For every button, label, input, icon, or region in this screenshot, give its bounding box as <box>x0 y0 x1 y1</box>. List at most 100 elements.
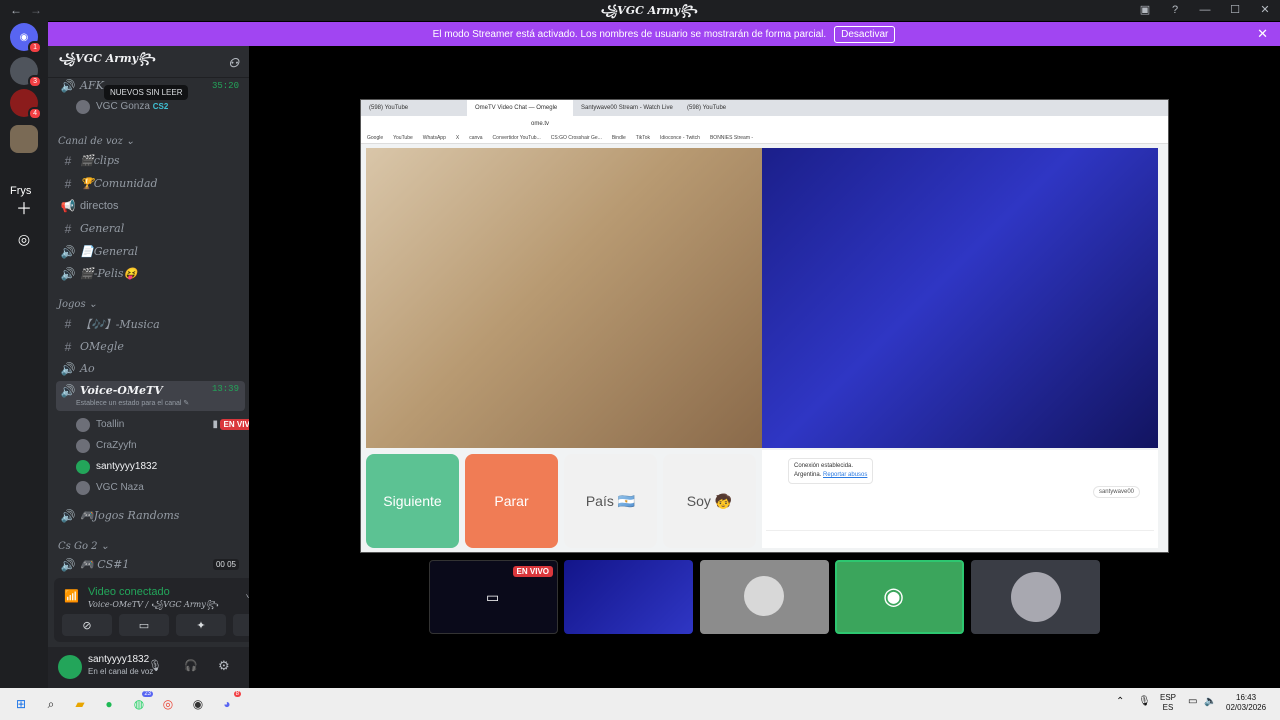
hash-icon: # <box>64 176 72 191</box>
next-button[interactable]: Siguiente <box>366 454 459 548</box>
channel-directos[interactable]: 📢 directos <box>56 195 245 216</box>
invite-people-icon[interactable]: ⚇ <box>228 56 239 70</box>
file-explorer-icon[interactable]: ▰ <box>71 695 89 713</box>
voice-channel-ometv-active[interactable]: 🔊 Voice-OMeTV 13:39 Establece un estado pa… <box>56 381 245 411</box>
bookmark[interactable]: WhatsApp <box>423 135 446 141</box>
camera-toggle-icon[interactable]: ⊘ <box>62 614 112 636</box>
voice-channel-ao[interactable]: 🔊 Ao <box>56 358 245 379</box>
search-icon[interactable]: ⌕ <box>42 695 60 713</box>
settings-gear-icon[interactable]: ⚙ <box>218 658 230 674</box>
back-arrow-icon[interactable]: ← <box>10 3 22 17</box>
bookmark[interactable]: BONNIES Stream - <box>710 135 753 141</box>
bookmark[interactable]: YouTube <box>393 135 413 141</box>
deactivate-streamer-button[interactable]: Desactivar <box>834 25 896 43</box>
participant-tile-avatar[interactable] <box>700 560 829 634</box>
add-server-icon[interactable]: ＋ <box>10 193 38 221</box>
voice-channel-general[interactable]: 🔊 📄General <box>56 241 245 262</box>
browser-tabs: (598) YouTube OmeTV Video Chat — Omegle … <box>361 100 1168 116</box>
participant-tile-video[interactable] <box>564 560 693 634</box>
bookmark[interactable]: Convertidor YouTub... <box>493 135 541 141</box>
help-icon[interactable]: ? <box>1160 0 1190 21</box>
signal-icon[interactable]: 📶 <box>64 589 79 603</box>
voice-channel-jogos-randoms[interactable]: 🔊 🎮Jogos Randoms <box>56 505 245 526</box>
browser-tab[interactable]: (598) YouTube <box>361 105 467 111</box>
microphone-icon[interactable]: 🎙 <box>148 659 162 672</box>
bookmark[interactable]: Idioconce - Twitch <box>660 135 700 141</box>
voice-channel-pelis[interactable]: 🔊 🎬-Pelis😝 <box>56 263 245 284</box>
microphone-icon[interactable]: 🎙 <box>1138 697 1151 707</box>
streamer-mode-banner: El modo Streamer está activado. Los nomb… <box>48 22 1280 46</box>
channel-status[interactable]: Establece un estado para el canal ✎ <box>76 399 189 407</box>
bookmark[interactable]: TikTok <box>636 135 650 141</box>
text-channel-general[interactable]: # General <box>56 218 245 239</box>
bookmark[interactable]: canva <box>469 135 482 141</box>
country-button[interactable]: País 🇦🇷 <box>564 454 657 548</box>
text-channel-clips[interactable]: # 🎬clips <box>56 150 245 171</box>
category-canal-de-voz[interactable]: Canal de voz ⌄ <box>58 136 134 147</box>
bookmark[interactable]: X <box>456 135 459 141</box>
participant-tile-speaking[interactable]: ◉ <box>835 560 964 634</box>
server-icon[interactable]: 4 <box>10 89 42 120</box>
inbox-icon[interactable]: ▣ <box>1130 0 1160 21</box>
server-icon[interactable]: 3 <box>10 57 42 88</box>
category-csgo[interactable]: Cs Go 2 ⌄ <box>58 541 109 552</box>
bookmark[interactable]: CS:GO Crosshair Ge... <box>551 135 602 141</box>
bookmark[interactable]: Bindle <box>612 135 626 141</box>
stream-browser-window[interactable]: (598) YouTube OmeTV Video Chat — Omegle … <box>360 99 1169 553</box>
voice-channel-cs1[interactable]: 🔊 🎮 CS#1 00 05 <box>56 554 245 575</box>
username[interactable]: santyyyy1832 <box>88 654 149 665</box>
clock[interactable]: 16:43 02/03/2026 <box>1226 693 1266 713</box>
gender-button[interactable]: Soy 🧒 <box>663 454 756 548</box>
avatar[interactable] <box>58 655 82 679</box>
windows-start-icon[interactable]: ⊞ <box>12 695 30 713</box>
network-icon[interactable]: ▭ <box>1188 697 1197 707</box>
participant-tile-avatar[interactable] <box>971 560 1100 634</box>
browser-address-bar[interactable]: ome.tv <box>361 116 1168 132</box>
chrome-icon[interactable]: ◎ <box>159 695 177 713</box>
headphones-icon[interactable]: 🎧 <box>184 659 198 672</box>
chat-input[interactable] <box>766 530 1154 542</box>
voice-member[interactable]: Toallin ▮ EN VIVO <box>76 415 260 434</box>
discord-home-icon[interactable]: ◉ 1 <box>10 23 42 54</box>
text-channel-omegle[interactable]: # OMegle <box>56 336 245 357</box>
server-icon-active[interactable] <box>10 125 38 153</box>
chevron-up-icon[interactable]: ⌃ <box>1116 697 1124 707</box>
close-banner-icon[interactable]: ✕ <box>1257 26 1268 42</box>
spotify-icon[interactable]: ● <box>100 695 118 713</box>
activities-icon[interactable]: ✦ <box>176 614 226 636</box>
obs-icon[interactable]: ◉ <box>189 695 207 713</box>
speaker-icon: 🔊 <box>60 244 76 259</box>
stop-button[interactable]: Parar <box>465 454 558 548</box>
taskbar: ⊞ ⌕ ▰ ● ◍ 23 ◎ ◉ ◕ 8 ⌃ 🎙 ESP ES ▭ 🔈 16:43 02… <box>0 688 1280 720</box>
discord-icon[interactable]: ◕ 8 <box>218 691 241 713</box>
language-indicator[interactable]: ESP ES <box>1160 693 1176 713</box>
server-header[interactable]: ꧁VGC Army꧂ ⚇ <box>48 46 249 78</box>
bookmark[interactable]: Google <box>367 135 383 141</box>
screen-share-icon[interactable]: ▭ <box>119 614 169 636</box>
voice-member[interactable]: VGC Naza <box>76 478 144 497</box>
notification-badge: 8 <box>233 691 241 697</box>
browser-tab-active[interactable]: OmeTV Video Chat — Omegle <box>467 100 573 116</box>
browser-tab[interactable]: Santywave00 Stream - Watch Live <box>573 105 679 111</box>
category-jogos[interactable]: Jogos ⌄ <box>58 299 97 310</box>
browser-tab[interactable]: (598) YouTube <box>679 105 785 111</box>
window-controls: ▣ ? — ☐ ✕ <box>1130 0 1280 21</box>
minimize-icon[interactable]: — <box>1190 0 1220 21</box>
voice-status[interactable]: Video conectado <box>88 586 170 598</box>
text-channel-musica[interactable]: # 【🎶】-Musica <box>56 313 245 334</box>
voice-member[interactable]: santyyyy1832 <box>76 457 157 476</box>
participant-tile-stream[interactable]: EN VIVO ▭ <box>429 560 558 634</box>
whatsapp-icon[interactable]: ◍ 23 <box>130 691 153 713</box>
megaphone-icon: 📢 <box>60 198 76 213</box>
voice-member[interactable]: VGC Gonza CS2 <box>76 97 168 116</box>
explore-icon[interactable]: ◎ <box>10 225 38 253</box>
voice-member[interactable]: CraZyyfn <box>76 436 137 455</box>
maximize-icon[interactable]: ☐ <box>1220 0 1250 21</box>
close-window-icon[interactable]: ✕ <box>1250 0 1280 21</box>
url-text[interactable]: ome.tv <box>531 121 549 127</box>
volume-icon[interactable]: 🔈 <box>1204 697 1216 707</box>
forward-arrow-icon[interactable]: → <box>30 3 42 17</box>
text-channel-comunidad[interactable]: # 🏆Comunidad <box>56 173 245 194</box>
voice-channel-name[interactable]: Voice-OMeTV / ꧁VGC Army꧂ <box>88 599 218 615</box>
report-abuse-link[interactable]: Reportar abusos <box>823 472 867 478</box>
